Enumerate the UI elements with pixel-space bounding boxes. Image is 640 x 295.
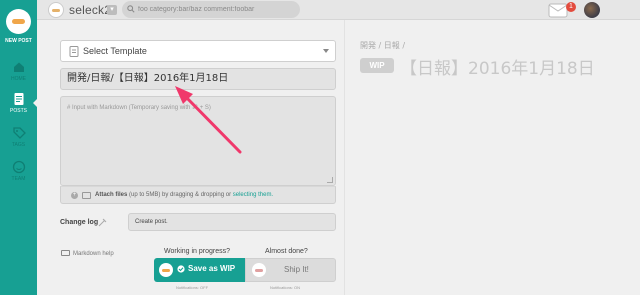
sidebar-item-label: POSTS <box>10 108 27 114</box>
new-post-button[interactable] <box>6 9 31 34</box>
change-log-label: Change log <box>60 219 99 226</box>
markdown-help-link[interactable]: Markdown help <box>61 250 114 257</box>
ship-notifications-status: Notifications: ON <box>270 285 301 290</box>
attach-files-label: Attach files <box>95 192 128 198</box>
search-icon <box>127 5 135 13</box>
body-textarea[interactable]: # Input with Markdown (Temporary saving … <box>60 96 336 186</box>
notification-badge: 1 <box>566 2 576 12</box>
active-nav-indicator <box>33 98 38 108</box>
tags-icon <box>12 127 26 139</box>
posts-icon <box>14 93 23 105</box>
sidebar-item-tags[interactable]: TAGS <box>0 126 37 148</box>
template-select[interactable]: Select Template <box>60 40 336 62</box>
preview-breadcrumb: 開発 / 日報 / <box>360 41 406 50</box>
search-input[interactable] <box>138 2 296 17</box>
change-log-toggle-icon[interactable] <box>98 218 107 227</box>
save-as-wip-button[interactable]: Save as WIP <box>154 258 245 282</box>
save-as-wip-label: Save as WIP <box>188 264 236 273</box>
sidebar-item-home[interactable]: HOME <box>0 60 37 82</box>
ship-it-button[interactable]: Ship It! <box>245 258 336 282</box>
ship-mascot-icon <box>252 263 266 277</box>
team-dropdown-chevron-icon[interactable]: ▾ <box>107 5 117 15</box>
sidebar-item-team[interactable]: TEAM <box>0 160 37 182</box>
team-logo[interactable] <box>48 2 64 18</box>
wip-badge: WIP <box>360 58 394 73</box>
preview-divider <box>344 20 345 295</box>
document-icon <box>69 46 79 57</box>
body-placeholder: # Input with Markdown (Temporary saving … <box>67 105 211 111</box>
attach-files-text: Attach files (up to 5MB) by dragging & d… <box>95 192 273 198</box>
change-log-input[interactable]: Create post. <box>128 213 336 231</box>
attach-files-bar[interactable]: + Attach files (up to 5MB) by dragging &… <box>60 186 336 204</box>
wip-mascot-icon <box>159 263 173 277</box>
check-icon <box>177 265 185 273</box>
sidebar-item-label: HOME <box>11 76 26 82</box>
user-avatar[interactable] <box>584 2 600 18</box>
chevron-down-icon <box>323 49 329 53</box>
image-icon <box>82 192 91 199</box>
ship-it-label: Ship It! <box>284 265 309 274</box>
home-icon <box>13 62 24 72</box>
sidebar-item-label: TAGS <box>11 142 26 148</box>
wip-notifications-status: Notifications: OFF <box>176 285 209 290</box>
new-post-label[interactable]: NEW POST <box>0 38 37 44</box>
team-icon <box>12 160 25 174</box>
team-name[interactable]: seleck2 <box>69 3 111 17</box>
resize-handle[interactable] <box>327 177 333 183</box>
add-icon: + <box>71 192 78 199</box>
markdown-icon <box>61 250 70 256</box>
attach-files-hint: (up to 5MB) by dragging & dropping or <box>127 192 233 198</box>
preview-title: 【日報】2016年1月18日 <box>400 59 595 79</box>
markdown-help-label: Markdown help <box>73 251 114 257</box>
select-files-link[interactable]: selecting them. <box>233 192 273 198</box>
done-heading: Almost done? <box>265 248 308 255</box>
title-input[interactable]: 開発/日報/【日報】2016年1月18日 <box>60 68 336 90</box>
wip-heading: Working in progress? <box>164 248 231 255</box>
sidebar-item-posts[interactable]: POSTS <box>0 92 37 114</box>
template-select-label: Select Template <box>83 46 147 56</box>
sidebar-item-label: TEAM <box>11 176 26 182</box>
